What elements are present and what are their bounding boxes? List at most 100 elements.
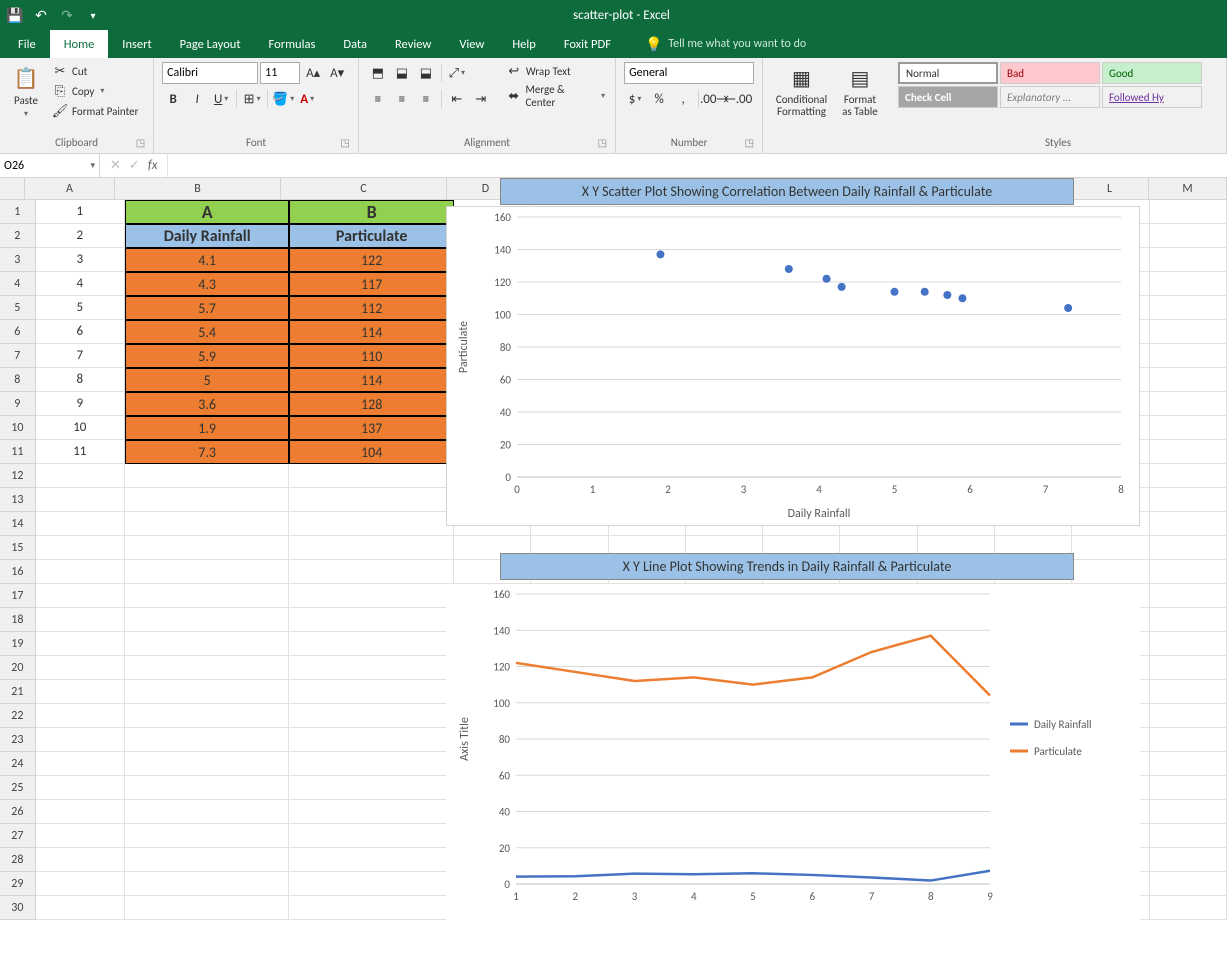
cell[interactable]: [1150, 200, 1227, 224]
cell[interactable]: [1150, 728, 1227, 752]
tab-page-layout[interactable]: Page Layout: [166, 30, 255, 58]
cell[interactable]: 4.3: [125, 272, 290, 296]
row-header[interactable]: 10: [0, 416, 36, 440]
font-launcher-icon[interactable]: ◳: [340, 136, 349, 149]
cell[interactable]: [36, 848, 125, 872]
conditional-formatting-button[interactable]: ▦ Conditional Formatting: [771, 62, 832, 120]
merge-center-button[interactable]: ⬌Merge & Center▾: [504, 82, 607, 110]
row-header[interactable]: 23: [0, 728, 36, 752]
cell[interactable]: [1150, 800, 1227, 824]
cell[interactable]: [36, 536, 125, 560]
cell[interactable]: [125, 632, 290, 656]
tab-insert[interactable]: Insert: [108, 30, 165, 58]
cell[interactable]: [36, 896, 125, 920]
cell[interactable]: [36, 656, 125, 680]
cell[interactable]: [1150, 704, 1227, 728]
cell[interactable]: [289, 800, 454, 824]
column-header-C[interactable]: C: [281, 178, 447, 200]
row-header[interactable]: 27: [0, 824, 36, 848]
number-format-select[interactable]: [624, 62, 754, 84]
row-header[interactable]: 25: [0, 776, 36, 800]
style-followed-hyperlink[interactable]: Followed Hy: [1102, 86, 1202, 108]
style-check-cell[interactable]: Check Cell: [898, 86, 998, 108]
cell[interactable]: [36, 824, 125, 848]
cell[interactable]: [1150, 608, 1227, 632]
cell[interactable]: [1150, 632, 1227, 656]
style-bad[interactable]: Bad: [1000, 62, 1100, 84]
cell[interactable]: [125, 848, 290, 872]
percent-format-icon[interactable]: %: [648, 88, 670, 110]
tab-formulas[interactable]: Formulas: [255, 30, 330, 58]
paste-button[interactable]: 📋 Paste ▾: [8, 62, 44, 121]
cell[interactable]: [125, 800, 290, 824]
cell[interactable]: [125, 752, 290, 776]
row-header[interactable]: 14: [0, 512, 36, 536]
cell[interactable]: 9: [36, 392, 125, 416]
increase-decimal-icon[interactable]: .00→: [703, 88, 725, 110]
row-header[interactable]: 2: [0, 224, 36, 248]
cell[interactable]: [125, 704, 290, 728]
cell[interactable]: [125, 824, 290, 848]
row-header[interactable]: 7: [0, 344, 36, 368]
cell[interactable]: 114: [289, 320, 454, 344]
cell[interactable]: [125, 728, 290, 752]
name-box-input[interactable]: [4, 159, 74, 173]
cell[interactable]: 8: [36, 368, 125, 392]
cell[interactable]: 6: [36, 320, 125, 344]
cell[interactable]: [1150, 440, 1227, 464]
border-button[interactable]: ⊞: [241, 88, 263, 110]
align-bottom-icon[interactable]: ⬓: [415, 62, 437, 84]
row-header[interactable]: 13: [0, 488, 36, 512]
cell[interactable]: [125, 656, 290, 680]
spreadsheet-grid[interactable]: ABCDEFGHIJKLM 11AB22Daily RainfallPartic…: [0, 178, 1227, 920]
italic-button[interactable]: I: [186, 88, 208, 110]
cell[interactable]: [1150, 776, 1227, 800]
redo-icon[interactable]: ↷: [58, 6, 76, 24]
cell[interactable]: [1150, 224, 1227, 248]
increase-indent-icon[interactable]: ⇥: [470, 88, 492, 110]
row-header[interactable]: 28: [0, 848, 36, 872]
fx-icon[interactable]: fx: [148, 158, 158, 173]
cell[interactable]: [36, 632, 125, 656]
cell[interactable]: [289, 824, 454, 848]
row-header[interactable]: 8: [0, 368, 36, 392]
cut-button[interactable]: ✂Cut: [50, 62, 140, 80]
underline-button[interactable]: U: [210, 88, 232, 110]
align-middle-icon[interactable]: ⬓: [391, 62, 413, 84]
cell[interactable]: [289, 752, 454, 776]
cell[interactable]: [1150, 848, 1227, 872]
row-header[interactable]: 15: [0, 536, 36, 560]
cell[interactable]: [36, 752, 125, 776]
name-box-dropdown-icon[interactable]: ▾: [90, 160, 95, 171]
cell[interactable]: 4.1: [125, 248, 290, 272]
cell[interactable]: [1150, 272, 1227, 296]
row-header[interactable]: 3: [0, 248, 36, 272]
orientation-icon[interactable]: ⤢: [446, 62, 468, 84]
cell[interactable]: B: [289, 200, 454, 224]
undo-icon[interactable]: ↶: [32, 6, 50, 24]
cell[interactable]: 104: [289, 440, 454, 464]
cell[interactable]: [36, 464, 125, 488]
cell[interactable]: [125, 776, 290, 800]
row-header[interactable]: 29: [0, 872, 36, 896]
row-header[interactable]: 16: [0, 560, 36, 584]
cell[interactable]: [1150, 296, 1227, 320]
cell[interactable]: [289, 728, 454, 752]
increase-font-icon[interactable]: A▴: [302, 62, 324, 84]
cell[interactable]: [1150, 344, 1227, 368]
cell[interactable]: [125, 872, 290, 896]
cell[interactable]: 5.9: [125, 344, 290, 368]
cell[interactable]: [289, 536, 454, 560]
font-color-button[interactable]: A: [296, 88, 318, 110]
cell[interactable]: [36, 560, 125, 584]
copy-button[interactable]: ⎘Copy▾: [50, 82, 140, 100]
cell[interactable]: 2: [36, 224, 125, 248]
cell[interactable]: [1072, 536, 1149, 560]
column-header-L[interactable]: L: [1071, 178, 1149, 200]
row-header[interactable]: 5: [0, 296, 36, 320]
row-header[interactable]: 26: [0, 800, 36, 824]
cell[interactable]: [289, 464, 454, 488]
cancel-formula-icon[interactable]: ✕: [110, 158, 121, 173]
align-center-icon[interactable]: ≡: [391, 88, 413, 110]
cell[interactable]: [125, 896, 290, 920]
